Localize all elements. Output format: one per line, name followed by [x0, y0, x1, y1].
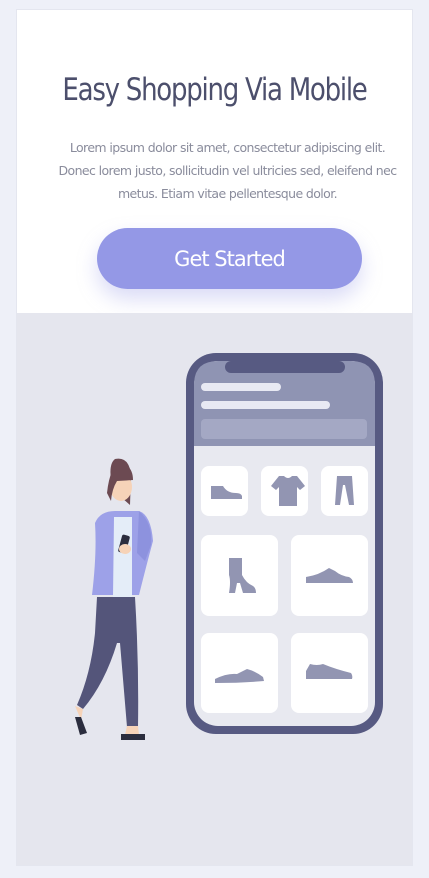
shopping-illustration	[75, 353, 383, 740]
get-started-button[interactable]: Get Started	[97, 228, 362, 289]
illustration-section	[17, 313, 412, 865]
page-title: Easy Shopping Via Mobile	[62, 72, 367, 108]
hero-description: Lorem ipsum dolor sit amet, consectetur …	[58, 140, 398, 201]
woman-figure	[75, 458, 153, 740]
main-card: Easy Shopping Via Mobile Lorem ipsum dol…	[16, 9, 413, 866]
hero-section: Easy Shopping Via Mobile Lorem ipsum dol…	[17, 10, 412, 313]
